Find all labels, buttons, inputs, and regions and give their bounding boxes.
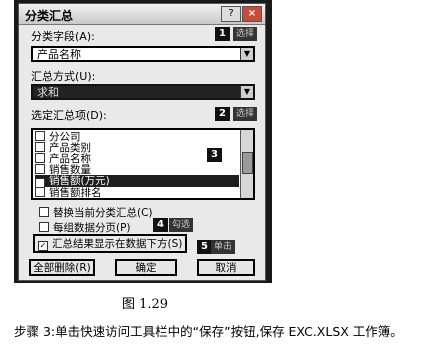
figure-caption: 图 1.29 [121,297,169,312]
help-button[interactable]: ? [221,6,241,22]
summary-method-select[interactable]: 求和 ▼ [31,84,255,100]
checkbox[interactable] [35,153,45,163]
step-badge-5-text: 单击 [211,240,236,254]
step-badge-2-text: 选择 [233,107,258,121]
page-break-option[interactable]: 每组数据分页(P) [39,220,131,235]
group-field-select[interactable]: 产品名称 ▼ [31,46,255,62]
list-scrollbar[interactable] [240,130,253,198]
checkbox[interactable] [35,142,45,152]
cancel-button[interactable]: 取消 [197,259,255,276]
title-bar: 分类汇总 ? × [19,4,265,25]
checkbox[interactable] [35,131,45,141]
replace-current-option[interactable]: 替换当前分类汇总(C) [39,205,153,220]
screenshot-photo: 分类汇总 ? × 分类字段(A): 1 选择 产品名称 ▼ 汇总方式(U): 求… [14,0,272,283]
summary-items-list[interactable]: 分公司 产品类别 产品名称 销售数量 ✓ 销售额(万元) 销售额排名 [31,128,255,200]
close-button[interactable]: × [242,6,262,22]
remove-all-button[interactable]: 全部删除(R) [29,259,95,276]
chevron-down-icon[interactable]: ▼ [240,86,253,98]
subtotal-dialog: 分类汇总 ? × 分类字段(A): 1 选择 产品名称 ▼ 汇总方式(U): 求… [18,3,266,281]
scroll-thumb[interactable] [242,152,253,174]
checkbox[interactable] [39,222,49,232]
summary-method-label: 汇总方式(U): [31,70,96,83]
step-badge-2: 2 [215,107,230,121]
step-badge-5: 5 [197,240,212,254]
checkbox[interactable] [35,187,45,197]
step-badge-1: 1 [215,27,230,41]
checkbox[interactable] [39,207,49,217]
dialog-title: 分类汇总 [25,9,74,23]
list-item-selected[interactable]: ✓ 销售额(万元) [35,175,239,188]
group-field-label: 分类字段(A): [31,30,95,43]
ok-button[interactable]: 确定 [115,259,177,276]
step-badge-4: 4 [153,218,168,232]
summary-below-option[interactable]: ✓ 汇总结果显示在数据下方(S) [33,234,188,253]
checkbox[interactable] [35,164,45,174]
step-badge-1-text: 选择 [233,27,258,41]
group-field-value: 产品名称 [37,48,81,61]
step-instruction: 步骤 3:单击快速访问工具栏中的“保存”按钮,保存 EXC.XLSX 工作簿。 [14,324,403,339]
checkbox-checked[interactable]: ✓ [38,241,48,251]
step-badge-4-text: 勾选 [169,218,194,232]
summary-method-value: 求和 [37,86,59,99]
summary-items-label: 选定汇总项(D): [31,109,107,122]
step-badge-3: 3 [207,148,222,162]
chevron-down-icon[interactable]: ▼ [240,48,253,60]
list-item[interactable]: 销售额排名 [35,187,102,198]
